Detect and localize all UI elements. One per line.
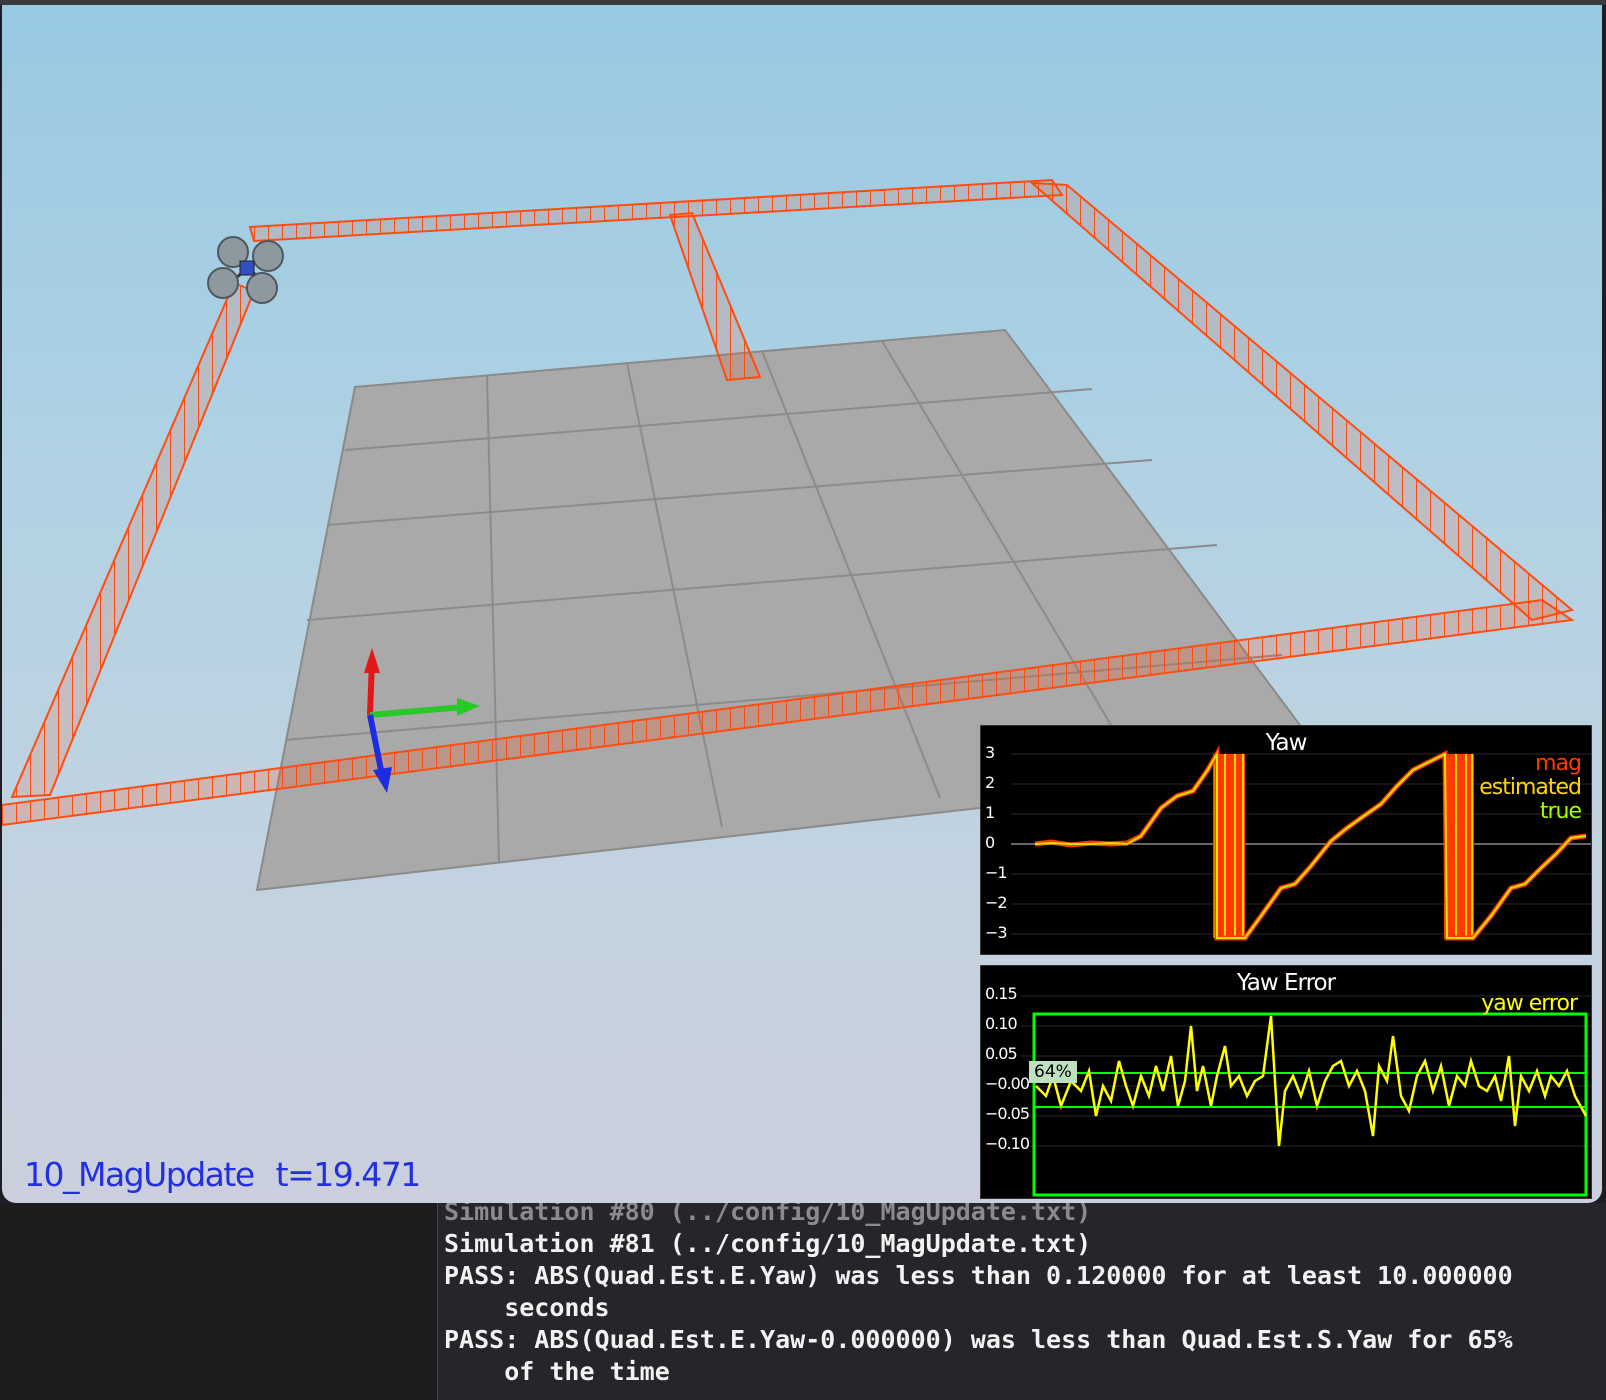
- yaw-tick: 3: [985, 743, 995, 762]
- yaw-tick: −2: [985, 893, 1008, 912]
- terminal-line: of the time: [444, 1357, 670, 1386]
- yaw-tick: −3: [985, 923, 1008, 942]
- yaw-plot-canvas: [1011, 744, 1591, 941]
- status-readout: 10_MagUpdate t=19.471: [24, 1155, 442, 1194]
- terminal-line: PASS: ABS(Quad.Est.E.Yaw) was less than …: [444, 1261, 1513, 1290]
- yaw-error-tick: 0.15: [985, 984, 1018, 1003]
- yaw-tick: 0: [985, 833, 995, 852]
- percent-badge: 64%: [1029, 1061, 1077, 1083]
- scenario-name: 10_MagUpdate: [24, 1155, 255, 1194]
- yaw-error-tick: −0.10: [985, 1134, 1030, 1153]
- yaw-error-tick: −0.00: [985, 1074, 1030, 1093]
- legend-mag: mag: [1535, 751, 1582, 776]
- legend-yaw-error: yaw error: [1481, 991, 1578, 1016]
- yaw-error-tick: −0.05: [985, 1104, 1030, 1123]
- yaw-error-tick: 0.05: [985, 1044, 1018, 1063]
- sim-time: t=19.471: [275, 1155, 422, 1194]
- yaw-tick: −1: [985, 863, 1008, 882]
- yaw-error-series: [1035, 1015, 1588, 1147]
- yaw-plot-title: Yaw: [1265, 730, 1308, 756]
- terminal-line: PASS: ABS(Quad.Est.E.Yaw-0.000000) was l…: [444, 1325, 1513, 1354]
- legend-true: true: [1539, 799, 1582, 824]
- simulator-viewport[interactable]: Yaw 3 2 1 0 −1 −2 −3 mag estimated true …: [2, 5, 1602, 1203]
- yaw-tick: 2: [985, 773, 995, 792]
- yaw-error-plot: Yaw Error 0.15 0.10 0.05 −0.00 −0.05 −0.…: [980, 965, 1592, 1199]
- error-bound-box: [1032, 1012, 1588, 1197]
- terminal-output[interactable]: Simulation #80 (../config/10_MagUpdate.t…: [437, 1203, 1606, 1400]
- legend-estimated: estimated: [1479, 775, 1582, 800]
- yaw-error-tick: 0.10: [985, 1014, 1018, 1033]
- yaw-wrap-bars: [1213, 754, 1474, 938]
- yaw-plot: Yaw 3 2 1 0 −1 −2 −3 mag estimated true: [980, 725, 1592, 955]
- terminal-line: Simulation #80 (../config/10_MagUpdate.t…: [444, 1203, 1092, 1226]
- terminal-line: Simulation #81 (../config/10_MagUpdate.t…: [444, 1229, 1092, 1258]
- yaw-tick: 1: [985, 803, 995, 822]
- terminal-line: seconds: [444, 1293, 610, 1322]
- terminal-sidebar: [0, 1203, 437, 1400]
